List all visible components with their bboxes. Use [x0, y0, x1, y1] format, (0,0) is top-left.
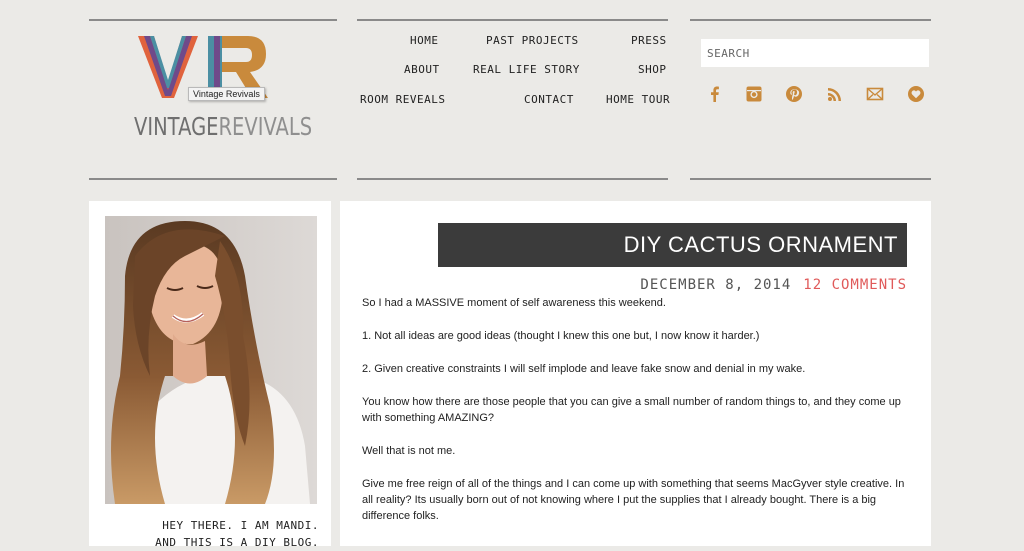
header-rule-mid-bottom [357, 178, 668, 180]
logo-tooltip: Vintage Revivals [188, 87, 265, 101]
bio-line-2: AND THIS IS A DIY BLOG. [155, 536, 319, 549]
post-date: DECEMBER 8, 2014 [640, 277, 792, 293]
facebook-icon[interactable] [705, 84, 725, 104]
logo-text-revivals: REVIVALS [218, 112, 313, 141]
instagram-icon[interactable] [744, 84, 764, 104]
header-rule-left-top [89, 19, 337, 21]
header-rule-right-top [690, 19, 931, 21]
heart-icon[interactable] [906, 84, 926, 104]
nav-room-reveals[interactable]: ROOM REVEALS [360, 93, 445, 106]
search-input[interactable] [701, 39, 929, 67]
comments-link[interactable]: 12 COMMENTS [803, 277, 907, 293]
nav-contact[interactable]: CONTACT [524, 93, 574, 106]
sidebar: HEY THERE. I AM MANDI. AND THIS IS A DIY… [89, 201, 331, 549]
logo-wordmark: VINTAGEREVIVALS [134, 112, 312, 141]
post-paragraph: 2. Given creative constraints I will sel… [362, 363, 806, 375]
nav-home-tour[interactable]: HOME TOUR [606, 93, 670, 106]
pinterest-icon[interactable] [784, 84, 804, 104]
nav-about[interactable]: ABOUT [404, 63, 440, 76]
post-paragraph: 1. Not all ideas are good ideas (thought… [362, 330, 760, 342]
nav-real-life-story[interactable]: REAL LIFE STORY [473, 63, 580, 76]
nav-home[interactable]: HOME [410, 34, 439, 47]
post-paragraph: Give me free reign of all of the things … [362, 478, 905, 522]
rss-icon[interactable] [825, 84, 845, 104]
bio-line-1: HEY THERE. I AM MANDI. [162, 519, 319, 532]
post-body: So I had a MASSIVE moment of self awaren… [362, 295, 907, 541]
nav-press[interactable]: PRESS [631, 34, 667, 47]
header-rule-left-bottom [89, 178, 337, 180]
author-bio: HEY THERE. I AM MANDI. AND THIS IS A DIY… [149, 517, 319, 551]
post-paragraph: You know how there are those people that… [362, 396, 901, 424]
post-paragraph: So I had a MASSIVE moment of self awaren… [362, 297, 666, 309]
post-content: DIY CACTUS ORNAMENT DECEMBER 8, 2014 12 C… [340, 201, 931, 546]
email-icon[interactable] [865, 84, 885, 104]
header-rule-right-bottom [690, 178, 931, 180]
post-meta: DECEMBER 8, 2014 12 COMMENTS [640, 277, 907, 293]
nav-shop[interactable]: SHOP [638, 63, 667, 76]
logo-text-vintage: VINTAGE [134, 112, 219, 141]
author-photo [105, 216, 317, 504]
nav-past-projects[interactable]: PAST PROJECTS [486, 34, 579, 47]
header-rule-mid-top [357, 19, 668, 21]
post-paragraph: Well that is not me. [362, 445, 456, 457]
post-title[interactable]: DIY CACTUS ORNAMENT [438, 223, 907, 267]
